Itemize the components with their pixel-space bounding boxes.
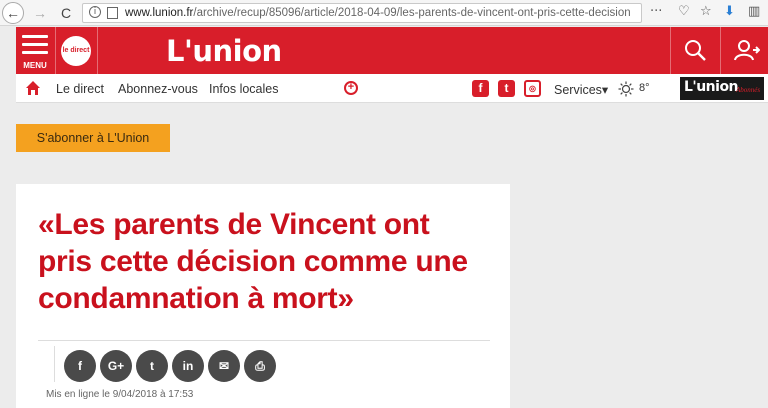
- divider: [54, 346, 55, 382]
- account-icon[interactable]: [734, 39, 760, 61]
- plus-icon[interactable]: +: [344, 81, 358, 95]
- browser-toolbar: ← → C i www.lunion.fr/archive/recup/8509…: [0, 0, 768, 26]
- facebook-share-icon[interactable]: f: [64, 350, 96, 382]
- article-card: «Les parents de Vincent ont pris cette d…: [16, 184, 510, 408]
- abo-logo-text: L'union: [684, 79, 739, 95]
- nav-link-infos-locales[interactable]: Infos locales: [209, 82, 278, 96]
- instagram-icon[interactable]: ◎: [524, 80, 541, 97]
- sidebar-icon[interactable]: ▥: [748, 4, 760, 19]
- pocket-icon[interactable]: ♡: [678, 4, 690, 19]
- more-actions-icon[interactable]: ···: [650, 4, 662, 19]
- separator: [97, 27, 98, 74]
- bookmark-star-icon[interactable]: ☆: [700, 4, 712, 19]
- search-icon[interactable]: [684, 39, 706, 61]
- temperature: 8°: [639, 82, 650, 94]
- menu-label: MENU: [23, 61, 47, 70]
- address-bar[interactable]: i www.lunion.fr/archive/recup/85096/arti…: [82, 3, 642, 23]
- hamburger-icon: [22, 35, 48, 38]
- services-dropdown[interactable]: Services▾: [554, 82, 608, 97]
- linkedin-share-icon[interactable]: in: [172, 350, 204, 382]
- url-text[interactable]: www.lunion.fr/archive/recup/85096/articl…: [125, 7, 630, 19]
- divider: [38, 340, 490, 341]
- nav-link-abonnez-vous[interactable]: Abonnez-vous: [118, 82, 198, 96]
- article-headline: «Les parents de Vincent ont pris cette d…: [38, 208, 468, 315]
- print-icon[interactable]: ⎙: [244, 350, 276, 382]
- secondary-nav: Le direct Abonnez-vous Infos locales + f…: [16, 74, 768, 103]
- live-direct-icon[interactable]: le direct: [61, 36, 91, 66]
- separator: [670, 27, 671, 74]
- forward-button[interactable]: →: [30, 3, 50, 23]
- email-share-icon[interactable]: ✉: [208, 350, 240, 382]
- abo-sub-text: Abonnés: [736, 86, 761, 94]
- google-plus-share-icon[interactable]: G+: [100, 350, 132, 382]
- twitter-icon[interactable]: t: [498, 80, 515, 97]
- publish-date: Mis en ligne le 9/04/2018 à 17:53: [46, 389, 194, 400]
- back-button[interactable]: ←: [2, 2, 24, 24]
- menu-button[interactable]: MENU: [20, 31, 50, 71]
- reload-button[interactable]: C: [56, 3, 76, 23]
- site-logo[interactable]: L'union: [166, 34, 282, 68]
- site-header: MENU le direct L'union: [16, 27, 768, 74]
- download-icon[interactable]: ⬇: [724, 4, 735, 19]
- nav-link-le-direct[interactable]: Le direct: [56, 82, 104, 96]
- subscriber-logo-button[interactable]: L'union Abonnés: [680, 77, 764, 100]
- site-info-icon[interactable]: i: [89, 6, 101, 18]
- home-icon[interactable]: [25, 80, 41, 96]
- twitter-share-icon[interactable]: t: [136, 350, 168, 382]
- page-icon: [107, 7, 118, 19]
- facebook-icon[interactable]: f: [472, 80, 489, 97]
- subscribe-button[interactable]: S'abonner à L'Union: [16, 124, 170, 152]
- sun-weather-icon: [618, 81, 634, 97]
- separator: [55, 27, 56, 74]
- separator: [720, 27, 721, 74]
